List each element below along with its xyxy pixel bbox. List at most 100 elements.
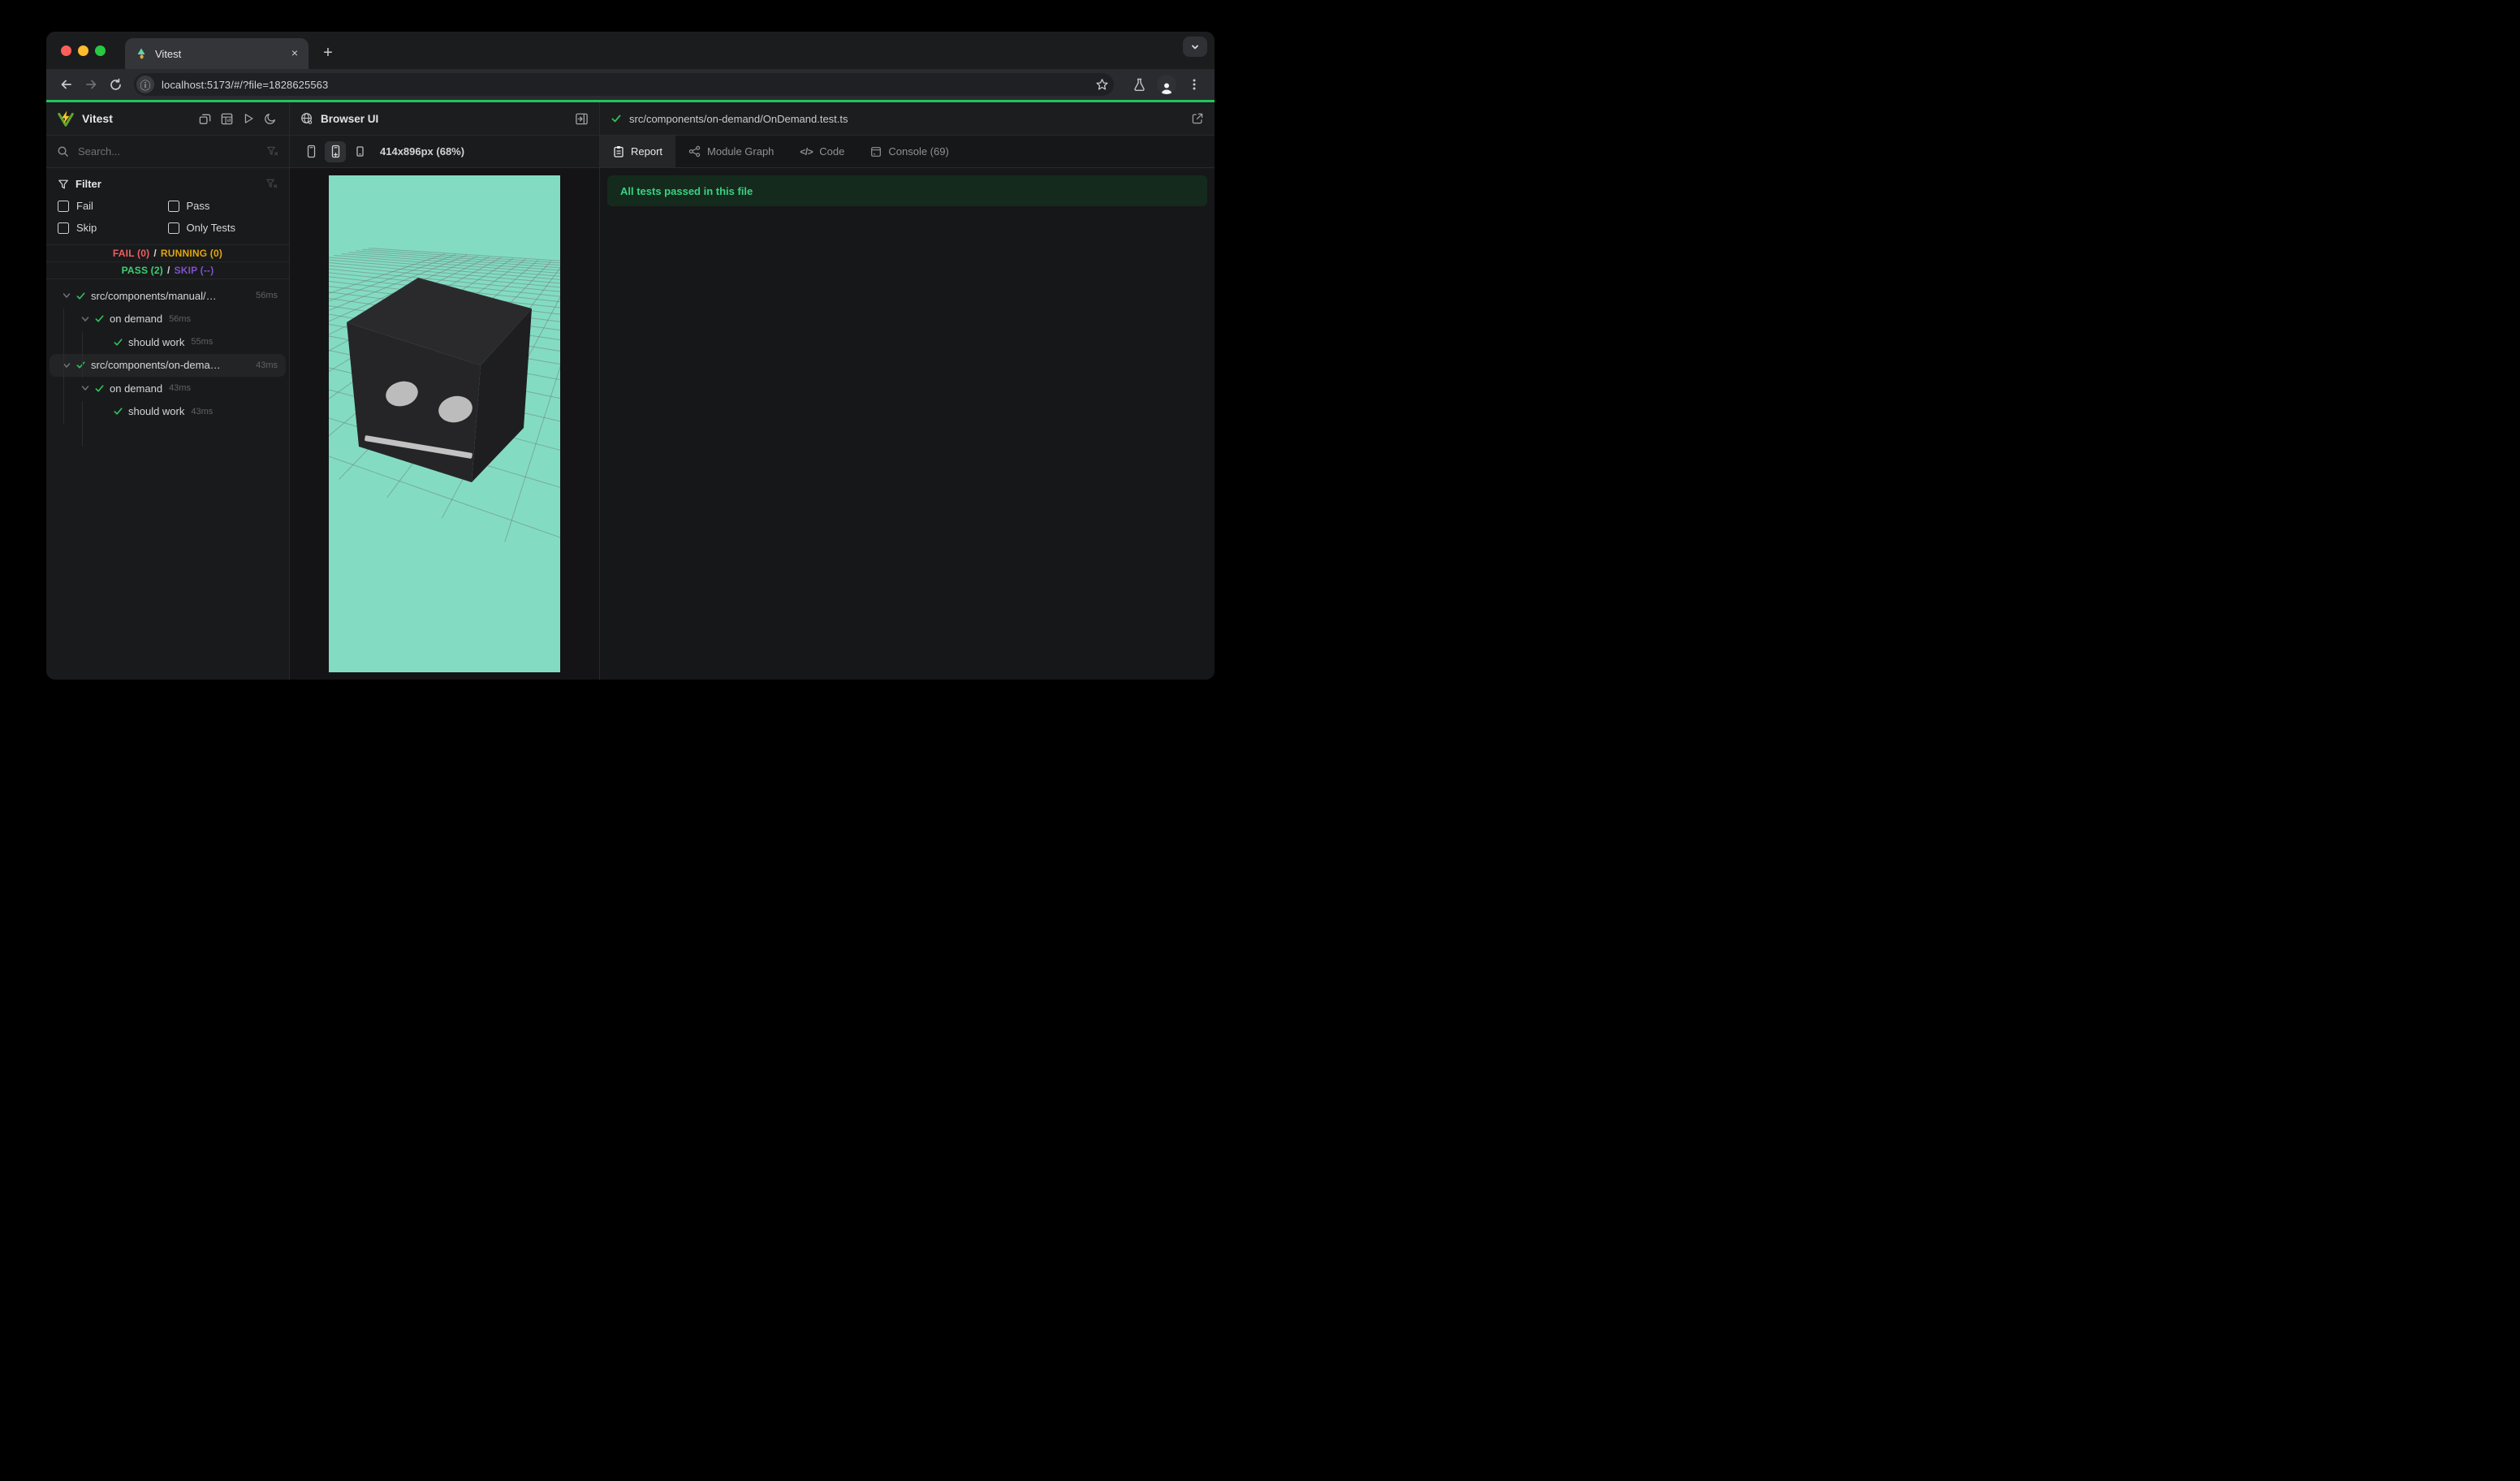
run-all-button[interactable]: [240, 110, 257, 127]
tree-row[interactable]: src/components/on-dema… 43ms: [50, 353, 286, 377]
tab-report[interactable]: Report: [600, 136, 676, 167]
viewport-size-label: 414x896px (68%): [380, 145, 465, 158]
checkbox[interactable]: [58, 222, 69, 234]
checkbox-label: Pass: [186, 200, 210, 212]
indent-guide: [63, 309, 64, 424]
tab-search-button[interactable]: [1183, 37, 1207, 57]
tree-row[interactable]: should work 43ms: [50, 400, 286, 424]
check-icon: [95, 315, 104, 322]
bookmark-star-icon[interactable]: [1095, 78, 1109, 92]
windows-collapse-icon: [199, 114, 210, 124]
tab-module-graph[interactable]: Module Graph: [675, 136, 787, 167]
profile-avatar-icon: [1157, 75, 1176, 94]
filter-checkbox-skip[interactable]: Skip: [58, 222, 168, 234]
experiments-button[interactable]: [1128, 74, 1150, 95]
file-path: src/components/on-demand/OnDemand.test.t…: [629, 112, 848, 125]
tab-console[interactable]: Console (69): [857, 136, 961, 167]
device-phone-small-button[interactable]: [349, 141, 370, 162]
clear-filter-icon[interactable]: [266, 145, 278, 158]
chevron-down-icon: [1192, 45, 1198, 49]
close-tab-icon[interactable]: ×: [287, 46, 302, 61]
file-path-header: src/components/on-demand/OnDemand.test.t…: [600, 102, 1215, 136]
tree-row[interactable]: on demand 43ms: [50, 377, 286, 400]
back-arrow-icon: [61, 80, 71, 89]
preview-stage: [290, 168, 599, 680]
zoom-window-button[interactable]: [95, 45, 106, 56]
stats-separator: /: [153, 248, 157, 259]
browser-panel-title: Browser UI: [321, 112, 379, 125]
filter-checkbox-fail[interactable]: Fail: [58, 200, 168, 212]
app-title: Vitest: [82, 112, 113, 125]
module-graph-icon: [688, 145, 701, 158]
clipboard-icon: [614, 146, 624, 158]
back-button[interactable]: [56, 74, 77, 95]
search-bar: [46, 136, 289, 168]
tab-code[interactable]: </> Code: [787, 136, 857, 167]
check-icon: [611, 114, 621, 123]
code-brackets-icon: </>: [800, 145, 813, 158]
check-icon: [76, 292, 85, 300]
test-duration: 56ms: [169, 313, 191, 324]
filter-section: Filter Fail Pass Skip Only Tests: [46, 168, 289, 245]
tree-row[interactable]: should work 55ms: [50, 330, 286, 354]
tab-label: Code: [819, 145, 845, 158]
tab-label: Console (69): [888, 145, 949, 158]
browser-menu-button[interactable]: [1184, 74, 1205, 95]
search-input[interactable]: [76, 145, 266, 158]
test-label: should work: [128, 405, 185, 418]
site-info-icon[interactable]: ⓘ: [136, 76, 154, 93]
sidebar-header: Vitest: [46, 102, 289, 136]
check-icon: [76, 361, 85, 369]
test-stats: FAIL (0) / RUNNING (0) PASS (2) / SKIP (…: [46, 245, 289, 279]
vitest-ui: Vitest Search... Filter Fail Pass Skip O…: [46, 102, 1215, 680]
chevron-down-icon[interactable]: [62, 291, 71, 300]
test-label: should work: [128, 335, 185, 348]
stats-separator: /: [166, 265, 170, 276]
reload-button[interactable]: [105, 74, 126, 95]
filter-checkbox-pass[interactable]: Pass: [167, 200, 278, 212]
device-phone-new-button[interactable]: [325, 140, 346, 162]
address-bar[interactable]: ⓘ localhost:5173/#/?file=1828625563: [134, 73, 1114, 96]
dark-mode-toggle-button[interactable]: [262, 110, 278, 127]
profile-button[interactable]: [1156, 74, 1177, 95]
filter-options: Fail Pass Skip Only Tests: [58, 200, 278, 234]
dashboard-button[interactable]: [218, 110, 235, 127]
chevron-down-icon[interactable]: [80, 314, 90, 324]
phone-portrait-icon: [307, 145, 315, 158]
stats-row-fail-running: FAIL (0) / RUNNING (0): [46, 245, 289, 261]
globe-icon: [301, 113, 313, 124]
checkbox[interactable]: [167, 200, 179, 212]
forward-arrow-icon: [86, 80, 97, 89]
chevron-down-icon[interactable]: [80, 383, 90, 393]
tree-row[interactable]: src/components/manual/… 56ms: [50, 284, 286, 308]
tree-row[interactable]: on demand 56ms: [50, 308, 286, 331]
kebab-menu-icon: [1193, 79, 1196, 90]
browser-tab[interactable]: Vitest ×: [125, 38, 309, 69]
browser-preview-viewport[interactable]: [329, 175, 560, 672]
running-count: RUNNING (0): [160, 248, 223, 259]
browser-preview-panel: Browser UI 414x896px (68%): [290, 102, 600, 680]
minimize-window-button[interactable]: [78, 45, 88, 56]
close-window-button[interactable]: [61, 45, 71, 56]
open-external-icon[interactable]: [1191, 112, 1204, 125]
checkbox-label: Skip: [76, 222, 97, 234]
fail-count: FAIL (0): [112, 248, 150, 259]
new-tab-button[interactable]: +: [317, 42, 339, 65]
checkbox[interactable]: [58, 200, 69, 212]
clear-filter-icon[interactable]: [265, 178, 278, 190]
phone-plus-icon: [331, 145, 339, 158]
collapse-windows-button[interactable]: [196, 110, 213, 127]
filter-funnel-icon: [58, 179, 68, 188]
device-phone-button[interactable]: [300, 141, 321, 162]
filter-title: Filter: [76, 178, 101, 190]
checkbox[interactable]: [167, 222, 179, 234]
filter-checkbox-only-tests[interactable]: Only Tests: [167, 222, 278, 234]
pass-count: PASS (2): [121, 265, 163, 276]
sidebar: Vitest Search... Filter Fail Pass Skip O…: [46, 102, 290, 680]
open-panel-right-icon[interactable]: [575, 112, 589, 126]
report-panel: src/components/on-demand/OnDemand.test.t…: [600, 102, 1215, 680]
report-content: All tests passed in this file: [600, 168, 1215, 680]
reload-icon: [110, 78, 121, 90]
flask-icon: [1133, 78, 1145, 91]
forward-button[interactable]: [80, 74, 101, 95]
